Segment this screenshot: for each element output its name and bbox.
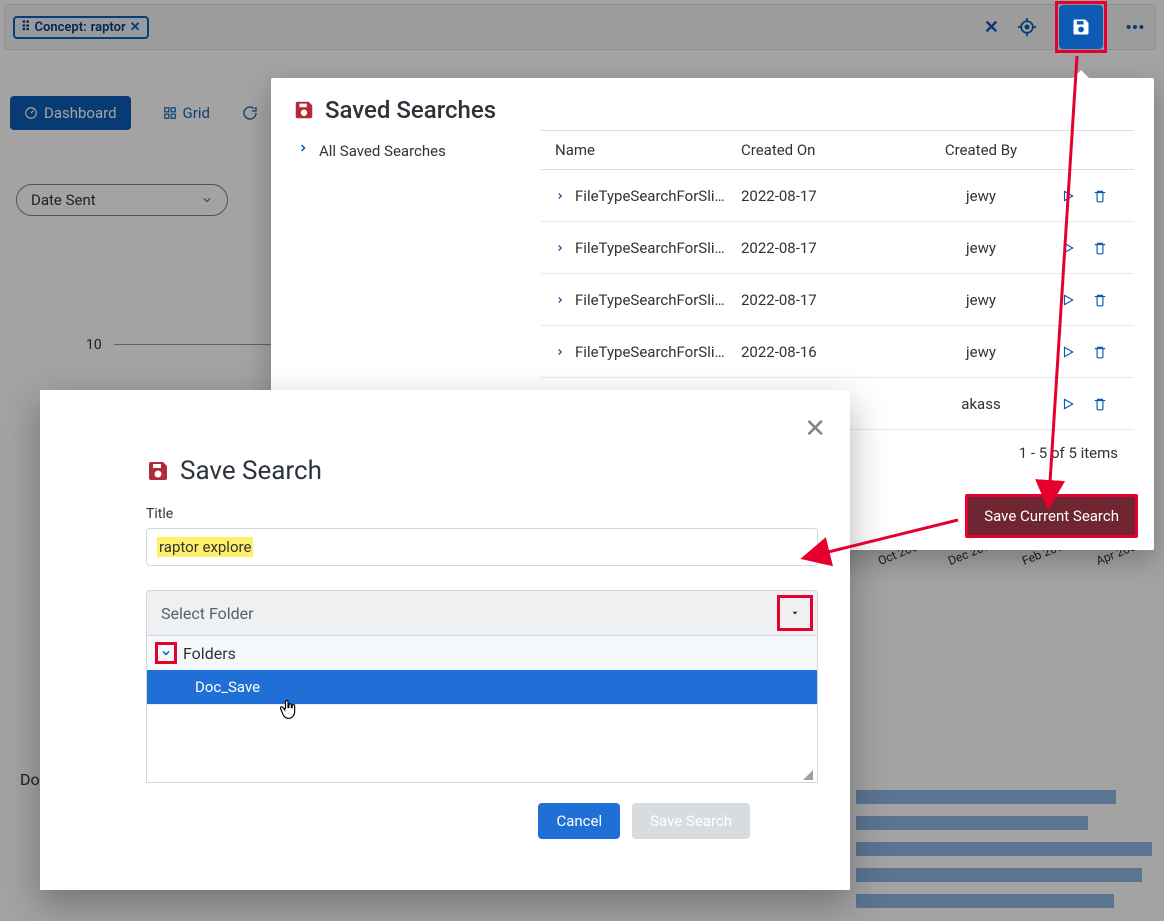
delete-icon[interactable] <box>1093 345 1107 359</box>
date-field-label: Date Sent <box>31 191 96 209</box>
chevron-right-icon <box>555 243 565 253</box>
concept-chip[interactable]: ⠿ Concept: raptor ✕ <box>13 16 149 39</box>
cell-created: 2022-08-17 <box>741 291 921 309</box>
chevron-right-icon <box>555 295 565 305</box>
popover-title: Saved Searches <box>325 96 496 124</box>
tab-dashboard[interactable]: Dashboard <box>10 96 131 130</box>
save-current-search-button[interactable]: Save Current Search <box>965 494 1138 538</box>
cursor-icon <box>278 698 298 722</box>
select-folder-placeholder: Select Folder <box>161 604 254 623</box>
cell-by: jewy <box>921 239 1041 257</box>
delete-icon[interactable] <box>1093 189 1107 203</box>
table-row[interactable]: FileTypeSearchForSli… 2022-08-16 jewy <box>541 326 1134 378</box>
folder-root-label: Folders <box>183 644 236 663</box>
table-row[interactable]: FileTypeSearchForSli… 2022-08-17 jewy <box>541 222 1134 274</box>
folder-tree: Folders Doc_Save <box>146 636 818 783</box>
tab-grid[interactable]: Grid <box>149 96 224 130</box>
folder-notes-area[interactable] <box>147 704 817 782</box>
cell-by: jewy <box>921 187 1041 205</box>
clear-search-icon[interactable]: ✕ <box>984 17 999 38</box>
chip-prefix: Concept: <box>35 20 87 35</box>
grip-icon: ⠿ <box>21 20 31 35</box>
caret-down-icon <box>790 608 800 618</box>
delete-icon[interactable] <box>1093 241 1107 255</box>
cell-by: jewy <box>921 291 1041 309</box>
delete-icon[interactable] <box>1093 397 1107 411</box>
search-bar: ⠿ Concept: raptor ✕ ✕ <box>4 4 1156 50</box>
expand-icon[interactable] <box>155 642 177 664</box>
cell-created: 2022-08-17 <box>741 239 921 257</box>
cell-created: 2022-08-16 <box>741 343 921 361</box>
cell-by: jewy <box>921 343 1041 361</box>
nav-label: All Saved Searches <box>319 142 446 160</box>
close-icon[interactable]: ✕ <box>804 414 826 444</box>
run-icon[interactable] <box>1061 189 1075 203</box>
col-created-on: Created On <box>741 141 921 159</box>
cancel-button[interactable]: Cancel <box>538 803 620 839</box>
target-icon[interactable] <box>1015 15 1039 39</box>
section-label: Do <box>20 770 40 789</box>
col-created-by: Created By <box>921 141 1041 159</box>
chevron-right-icon <box>297 142 309 154</box>
run-icon[interactable] <box>1061 241 1075 255</box>
y-axis-tick: 10 <box>86 337 102 353</box>
view-tabs: Dashboard Grid <box>10 96 258 130</box>
cell-name: FileTypeSearchForSli… <box>575 343 725 361</box>
folder-item[interactable]: Doc_Save <box>147 670 817 704</box>
chip-value: raptor <box>91 20 126 35</box>
save-icon <box>293 99 315 121</box>
save-button[interactable]: Save Search <box>632 803 750 839</box>
dropdown-caret[interactable] <box>777 595 813 631</box>
tab-label: Grid <box>183 104 210 122</box>
table-row[interactable]: FileTypeSearchForSli… 2022-08-17 jewy <box>541 170 1134 222</box>
folder-root[interactable]: Folders <box>147 636 817 670</box>
chevron-right-icon <box>555 347 565 357</box>
run-icon[interactable] <box>1061 397 1075 411</box>
cell-name: FileTypeSearchForSli… <box>575 239 725 257</box>
save-icon <box>146 459 170 483</box>
refresh-icon[interactable] <box>242 105 258 121</box>
chevron-down-icon <box>201 194 213 206</box>
table-row[interactable]: FileTypeSearchForSli… 2022-08-17 jewy <box>541 274 1134 326</box>
save-icon <box>1071 17 1091 37</box>
run-icon[interactable] <box>1061 293 1075 307</box>
save-search-button[interactable] <box>1055 1 1107 53</box>
date-field-select[interactable]: Date Sent <box>16 184 228 216</box>
run-icon[interactable] <box>1061 345 1075 359</box>
delete-icon[interactable] <box>1093 293 1107 307</box>
title-input[interactable]: raptor explore <box>146 528 818 566</box>
save-search-modal: ✕ Save Search Title raptor explore Selec… <box>40 390 850 890</box>
chip-remove-icon[interactable]: ✕ <box>130 20 141 35</box>
title-label: Title <box>146 506 816 522</box>
more-icon[interactable] <box>1123 15 1147 39</box>
dashboard-icon <box>24 106 38 120</box>
cell-by: akass <box>921 395 1041 413</box>
cell-name: FileTypeSearchForSli… <box>575 291 725 309</box>
modal-title: Save Search <box>180 456 322 486</box>
summary-bars <box>856 790 1152 920</box>
cell-name: FileTypeSearchForSli… <box>575 187 725 205</box>
tab-label: Dashboard <box>44 104 117 122</box>
cell-created: 2022-08-17 <box>741 187 921 205</box>
chevron-right-icon <box>555 191 565 201</box>
grid-icon <box>163 106 177 120</box>
title-value: raptor explore <box>157 537 253 557</box>
col-name: Name <box>541 141 741 159</box>
select-folder-dropdown[interactable]: Select Folder <box>146 590 818 636</box>
chart-gridline <box>114 344 274 345</box>
